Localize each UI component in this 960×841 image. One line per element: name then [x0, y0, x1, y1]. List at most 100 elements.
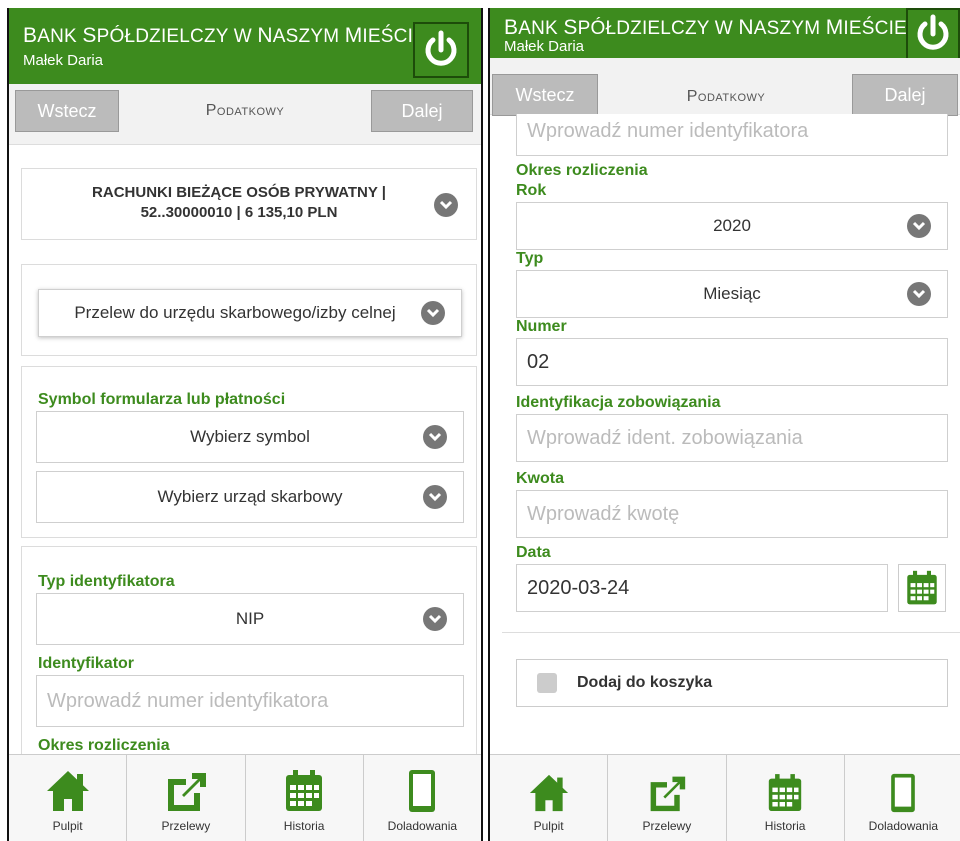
obligation-label: Identyfikacja zobowiązania — [516, 394, 721, 411]
power-icon — [425, 30, 457, 66]
user-name: Małek Daria — [504, 38, 585, 55]
year-value: 2020 — [713, 216, 751, 235]
transfer-icon — [167, 773, 206, 811]
tab-doladowania[interactable]: Doladowania — [364, 755, 481, 841]
chevron-down-icon — [421, 301, 445, 325]
bank-name-initial: B — [23, 24, 38, 47]
tax-office-select[interactable]: Wybierz urząd skarbowy — [36, 471, 464, 523]
bank-name-initial: N — [257, 24, 273, 47]
identifier-input[interactable]: Wprowadź numer identyfikatora — [516, 114, 948, 156]
chevron-down-icon — [907, 214, 931, 238]
bottom-nav: Pulpit Przelewy Historia Doladowania — [490, 754, 960, 841]
calendar-icon — [286, 770, 323, 811]
tab-label: Historia — [764, 819, 806, 833]
obligation-input[interactable]: Wprowadź ident. zobowiązania — [516, 414, 948, 462]
type-label: Typ — [516, 250, 544, 267]
power-icon — [917, 14, 949, 50]
bottom-nav: Pulpit Przelewy Historia Doladowania — [9, 754, 481, 841]
screen-2: BANK SPÓŁDZIELCZY W NASZYM MIEŚCIE Małek… — [488, 8, 960, 841]
nav-bar: Wstecz Podatkowy Dalej — [490, 58, 960, 116]
chevron-down-icon — [423, 607, 447, 631]
bank-name-initial: N — [738, 16, 754, 39]
year-select[interactable]: 2020 — [516, 202, 948, 250]
logout-button[interactable] — [413, 22, 469, 78]
period-label: Okres rozliczenia — [38, 737, 170, 754]
next-button[interactable]: Dalej — [371, 90, 473, 132]
calendar-icon — [907, 570, 937, 605]
date-label: Data — [516, 544, 551, 561]
tab-pulpit[interactable]: Pulpit — [9, 755, 128, 841]
tab-label: Przelewy — [161, 819, 211, 833]
tab-doladowania[interactable]: Doladowania — [845, 755, 960, 841]
calendar-icon — [768, 774, 802, 811]
tab-label: Historia — [283, 819, 325, 833]
symbol-panel: Symbol formularza lub płatności Wybierz … — [21, 366, 477, 538]
tab-label: Pulpit — [52, 819, 83, 833]
symbol-select[interactable]: Wybierz symbol — [36, 411, 464, 463]
id-label: Identyfikator — [38, 655, 135, 672]
bank-name-part: ASZYM — [753, 18, 826, 39]
tab-label: Przelewy — [642, 819, 692, 833]
amount-input[interactable]: Wprowadź kwotę — [516, 490, 948, 538]
bank-name-initial: B — [504, 16, 519, 39]
bank-name-part: IEŚCIE — [843, 18, 907, 39]
bank-name: BANK SPÓŁDZIELCZY W NASZYM MIEŚCIE — [504, 16, 907, 40]
tab-label: Pulpit — [533, 819, 564, 833]
type-select[interactable]: Miesiąc — [516, 270, 948, 318]
transfer-type-value: Przelew do urzędu skarbowego/izby celnej — [74, 303, 396, 322]
user-name: Małek Daria — [23, 52, 104, 69]
phone-icon — [409, 770, 436, 812]
basket-checkbox-row[interactable]: Dodaj do koszyka — [516, 659, 948, 707]
number-label: Numer — [516, 318, 567, 335]
logout-button[interactable] — [906, 8, 960, 60]
tab-przelewy[interactable]: Przelewy — [608, 755, 727, 841]
bank-name-initial: M — [344, 24, 363, 47]
tab-historia[interactable]: Historia — [727, 755, 845, 841]
bank-name-part: PÓŁDZIELCZY W — [577, 18, 739, 39]
nav-bar: Wstecz Podatkowy Dalej — [9, 84, 481, 145]
chevron-down-icon — [907, 282, 931, 306]
basket-label: Dodaj do koszyka — [577, 674, 713, 691]
app-header: BANK SPÓŁDZIELCZY W NASZYM MIEŚCIE Małek… — [490, 8, 960, 60]
bank-name-initial: S — [563, 16, 578, 39]
identifier-panel: Typ identyfikatora NIP Identyfikator Wpr… — [21, 546, 477, 766]
amount-label: Kwota — [516, 470, 564, 487]
account-selector[interactable]: RACHUNKI BIEŻĄCE OSÓB PRYWATNY | 52..300… — [62, 183, 416, 223]
transfer-type-select[interactable]: Przelew do urzędu skarbowego/izby celnej — [38, 289, 462, 337]
tab-label: Doladowania — [868, 819, 939, 833]
home-icon — [46, 771, 89, 811]
phone-icon — [891, 773, 916, 813]
symbol-label: Symbol formularza lub płatności — [38, 391, 286, 408]
home-icon — [529, 774, 568, 812]
bank-name: BANK SPÓŁDZIELCZY W NASZYM MIEŚCIE — [23, 24, 426, 48]
screen-1: BANK SPÓŁDZIELCZY W NASZYM MIEŚCIE Małek… — [7, 8, 483, 841]
app-header: BANK SPÓŁDZIELCZY W NASZYM MIEŚCIE Małek… — [9, 8, 481, 84]
bank-name-initial: M — [825, 16, 844, 39]
type-value: Miesiąc — [703, 284, 761, 303]
bank-name-part: ANK — [518, 18, 564, 39]
tab-przelewy[interactable]: Przelewy — [127, 755, 246, 841]
next-button[interactable]: Dalej — [852, 74, 958, 116]
id-type-select[interactable]: NIP — [36, 593, 464, 645]
bank-name-part: ASZYM — [272, 26, 345, 47]
account-panel: RACHUNKI BIEŻĄCE OSÓB PRYWATNY | 52..300… — [21, 168, 477, 240]
chevron-down-icon[interactable] — [434, 193, 458, 217]
transfer-icon — [650, 776, 686, 812]
date-picker-button[interactable] — [898, 564, 946, 612]
scroll-content: Wprowadź numer identyfikatora Okres rozl… — [490, 114, 960, 755]
tab-label: Doladowania — [387, 819, 458, 833]
id-type-value: NIP — [235, 609, 265, 628]
number-input[interactable]: 02 — [516, 338, 948, 386]
tax-office-value: Wybierz urząd skarbowy — [157, 487, 343, 506]
chevron-down-icon — [423, 485, 447, 509]
id-type-label: Typ identyfikatora — [38, 573, 175, 590]
tab-pulpit[interactable]: Pulpit — [490, 755, 609, 841]
bank-name-part: ANK — [37, 26, 83, 47]
basket-checkbox[interactable] — [537, 673, 557, 693]
period-label: Okres rozliczenia — [516, 162, 648, 179]
bank-name-part: PÓŁDZIELCZY W — [96, 26, 258, 47]
identifier-input[interactable]: Wprowadź numer identyfikatora — [36, 675, 464, 727]
tab-historia[interactable]: Historia — [246, 755, 364, 841]
date-input[interactable]: 2020-03-24 — [516, 564, 888, 612]
basket-panel: Dodaj do koszyka — [502, 632, 960, 755]
